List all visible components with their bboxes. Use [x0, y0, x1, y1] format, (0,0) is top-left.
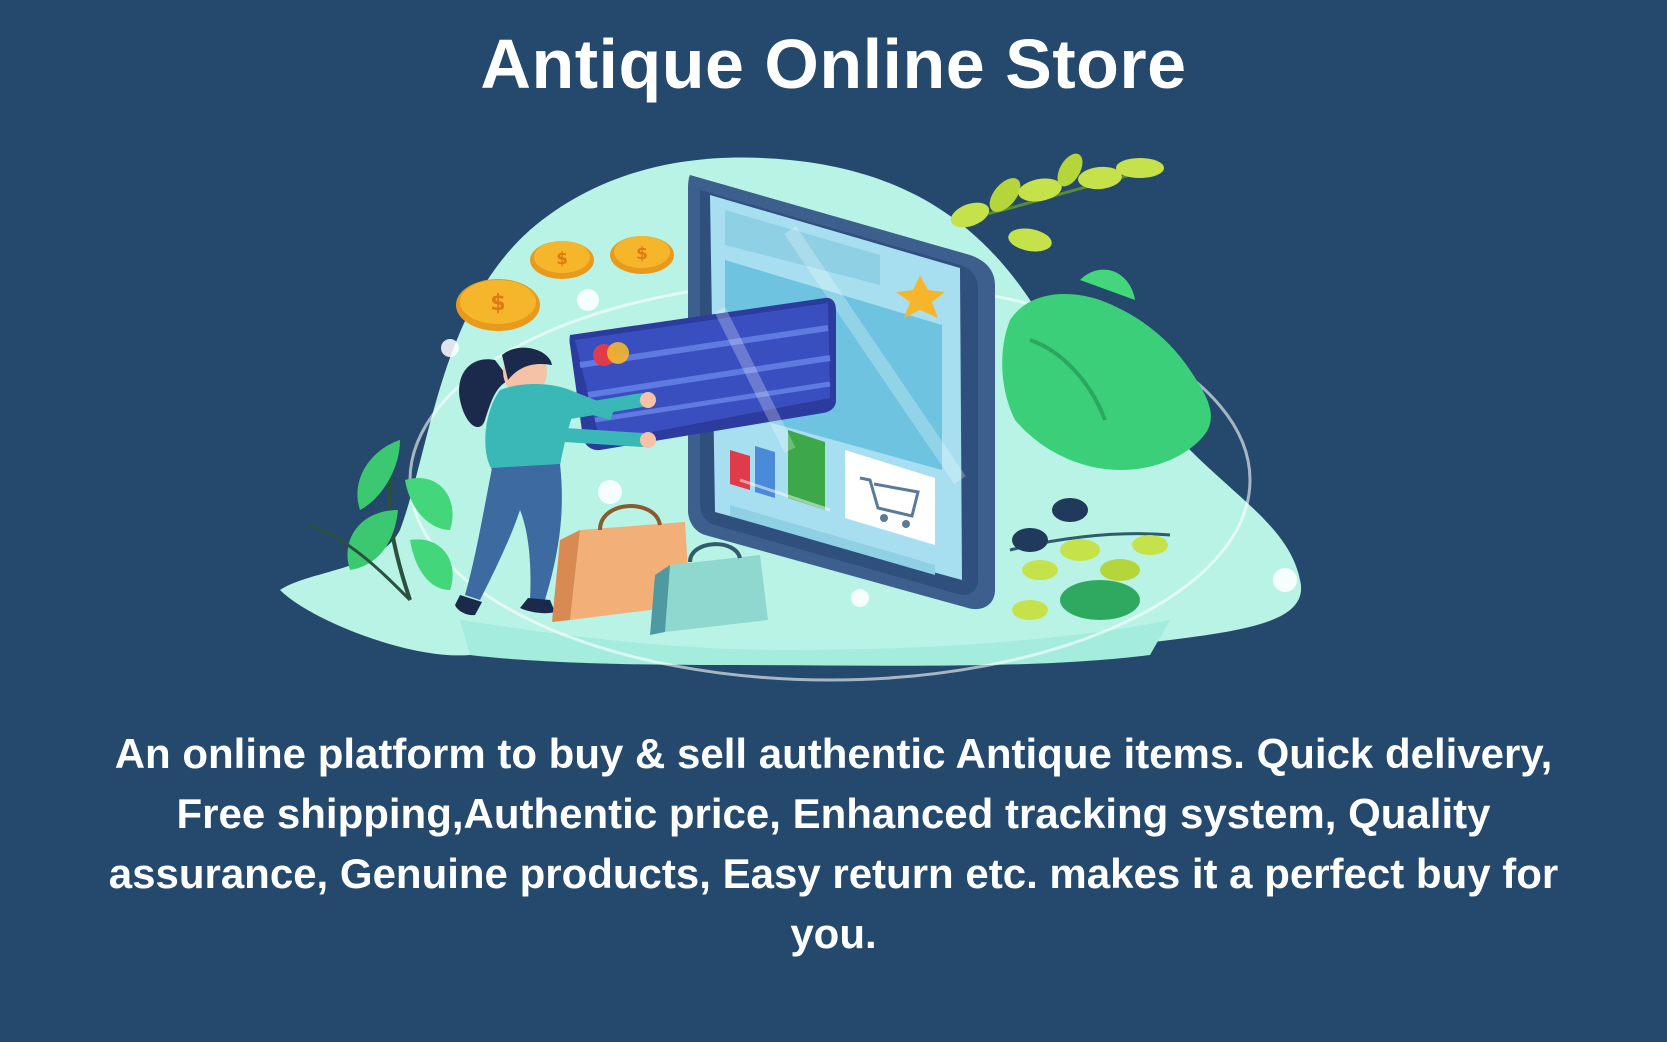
svg-text:$: $: [556, 249, 568, 269]
bubble: [1273, 568, 1297, 592]
coin-icon: $: [530, 241, 594, 279]
svg-text:$: $: [636, 244, 648, 264]
bubble: [441, 339, 459, 357]
coin-icon: $: [610, 236, 674, 274]
online-shopping-illustration: $ $ $: [280, 153, 1302, 682]
bubble: [598, 480, 622, 504]
promo-banner: Antique Online Store $ $ $ An online pla…: [0, 0, 1667, 1042]
leaf-icon: [950, 153, 1164, 252]
svg-text:$: $: [490, 291, 505, 316]
store-description: An online platform to buy & sell authent…: [108, 730, 1559, 957]
bubble: [577, 289, 599, 311]
coin-icon: $: [456, 279, 540, 331]
bubble: [851, 589, 869, 607]
page-title: Antique Online Store: [480, 25, 1187, 103]
